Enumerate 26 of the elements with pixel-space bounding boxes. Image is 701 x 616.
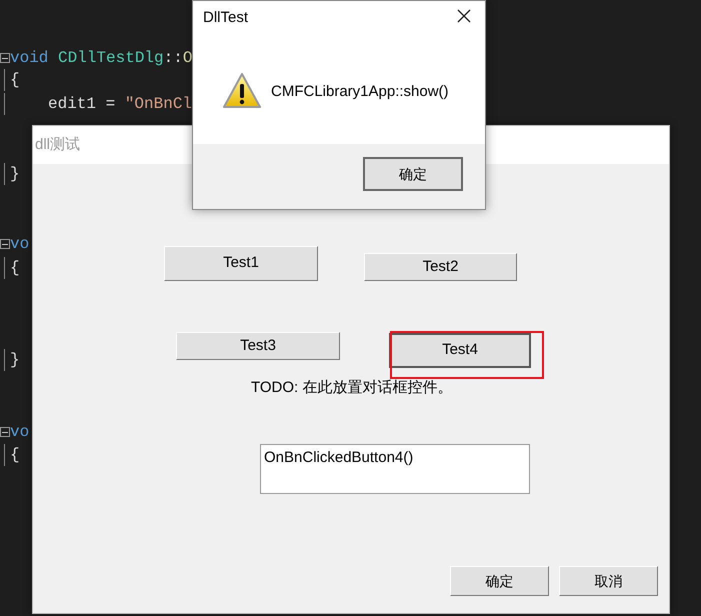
todo-label: TODO: 在此放置对话框控件。 — [251, 378, 452, 398]
message-text: CMFCLibrary1App::show() — [271, 82, 449, 102]
window-title: DllTest — [203, 8, 248, 28]
code-line: { — [10, 445, 20, 466]
warning-icon — [222, 72, 262, 109]
test-button[interactable]: Test4 — [389, 333, 531, 368]
collapse-icon[interactable] — [0, 239, 10, 249]
output-field[interactable]: OnBnClickedButton4() — [260, 444, 530, 494]
ok-button[interactable]: 确定 — [450, 566, 549, 596]
code-line: { — [10, 258, 20, 279]
cancel-button[interactable]: 取消 — [559, 566, 658, 596]
code-line: { — [10, 70, 20, 91]
collapse-icon[interactable] — [0, 427, 10, 437]
code-line: void CDllTestDlg::O — [10, 48, 192, 69]
code-line: } — [10, 350, 20, 371]
code-line: vo — [10, 422, 30, 443]
test-button[interactable]: Test2 — [364, 253, 517, 281]
ok-button[interactable]: 确定 — [363, 157, 463, 191]
code-line: } — [10, 164, 20, 185]
window-title: dll测试 — [35, 134, 80, 155]
test-button[interactable]: Test3 — [176, 332, 340, 360]
code-line: vo — [10, 234, 30, 255]
test-button[interactable]: Test1 — [164, 246, 318, 281]
code-line: edit1 = "OnBnCl — [48, 94, 192, 115]
close-icon[interactable] — [457, 9, 471, 23]
collapse-icon[interactable] — [0, 53, 10, 63]
